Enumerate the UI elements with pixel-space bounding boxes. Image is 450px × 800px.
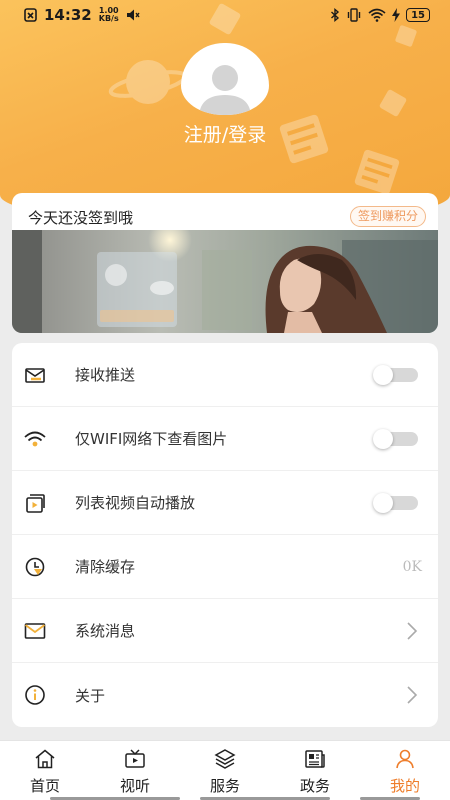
network-speed: 1.00 KB/s — [99, 7, 119, 23]
push-toggle[interactable] — [373, 365, 418, 385]
video-autoplay-icon — [26, 494, 45, 513]
tab-label: 首页 — [29, 777, 60, 795]
wifi-status-icon — [368, 8, 386, 22]
tab-label: 服务 — [209, 777, 240, 795]
planet-decoration — [108, 60, 188, 104]
tab-label: 政务 — [299, 777, 330, 795]
vibrate-icon — [347, 8, 361, 22]
sign-in-button[interactable]: 签到赚积分 — [349, 206, 426, 227]
cache-size-value: 0K — [402, 558, 422, 575]
person-icon — [396, 749, 414, 769]
bottom-tab-bar: 首页 视听 服务 政务 我的 — [0, 740, 450, 800]
settings-row-push[interactable]: 接收推送 — [12, 343, 438, 407]
settings-row-label: 系统消息 — [75, 622, 136, 640]
chevron-right-icon — [407, 686, 418, 704]
chevron-right-icon — [407, 622, 418, 640]
home-icon — [35, 749, 55, 769]
battery-indicator: 15 — [406, 8, 430, 22]
settings-list: 接收推送 仅WIFI网络下查看图片 列表视频自动播放 清除缓存 0K 系统消息 … — [12, 343, 438, 727]
info-icon — [25, 685, 45, 705]
push-icon — [25, 368, 45, 383]
tab-government[interactable]: 政务 — [270, 741, 360, 800]
bluetooth-icon — [331, 8, 340, 22]
sign-in-card: 今天还没签到哦 签到赚积分 — [12, 193, 438, 333]
tab-mine[interactable]: 我的 — [360, 741, 450, 800]
settings-row-video-autoplay[interactable]: 列表视频自动播放 — [12, 471, 438, 535]
tab-services[interactable]: 服务 — [180, 741, 270, 800]
muted-speaker-icon — [126, 9, 140, 21]
settings-row-clear-cache[interactable]: 清除缓存 0K — [12, 535, 438, 599]
network-speed-unit: KB/s — [98, 14, 119, 23]
mail-icon — [24, 623, 46, 639]
charging-icon — [392, 8, 401, 22]
settings-row-label: 仅WIFI网络下查看图片 — [75, 430, 228, 448]
settings-row-label: 清除缓存 — [75, 558, 136, 576]
video-autoplay-toggle[interactable] — [373, 493, 418, 513]
wifi-icon — [24, 431, 46, 447]
tv-icon — [125, 749, 145, 768]
settings-row-wifi-images[interactable]: 仅WIFI网络下查看图片 — [12, 407, 438, 471]
wifi-images-toggle[interactable] — [373, 429, 418, 449]
tab-label: 我的 — [389, 777, 420, 795]
sign-in-prompt: 今天还没签到哦 — [28, 209, 134, 227]
banner-image[interactable] — [12, 230, 438, 333]
clear-cache-icon — [25, 557, 45, 577]
login-register-link[interactable]: 注册/登录 — [0, 120, 450, 147]
status-bar: 14:32 1.00 KB/s 15 — [0, 0, 450, 30]
settings-row-about[interactable]: 关于 — [12, 663, 438, 727]
settings-row-label: 列表视频自动播放 — [75, 494, 196, 512]
tab-home[interactable]: 首页 — [0, 741, 90, 800]
no-sim-icon — [24, 8, 37, 22]
settings-row-system-messages[interactable]: 系统消息 — [12, 599, 438, 663]
newspaper-icon — [305, 750, 325, 768]
battery-level: 15 — [411, 9, 425, 21]
settings-row-label: 接收推送 — [75, 366, 136, 384]
status-time: 14:32 — [44, 6, 92, 24]
settings-row-label: 关于 — [75, 686, 106, 705]
document-decoration — [354, 149, 400, 195]
tab-audio-video[interactable]: 视听 — [90, 741, 180, 800]
square-decoration — [379, 89, 407, 117]
tab-label: 视听 — [119, 777, 150, 795]
layers-icon — [214, 749, 236, 769]
